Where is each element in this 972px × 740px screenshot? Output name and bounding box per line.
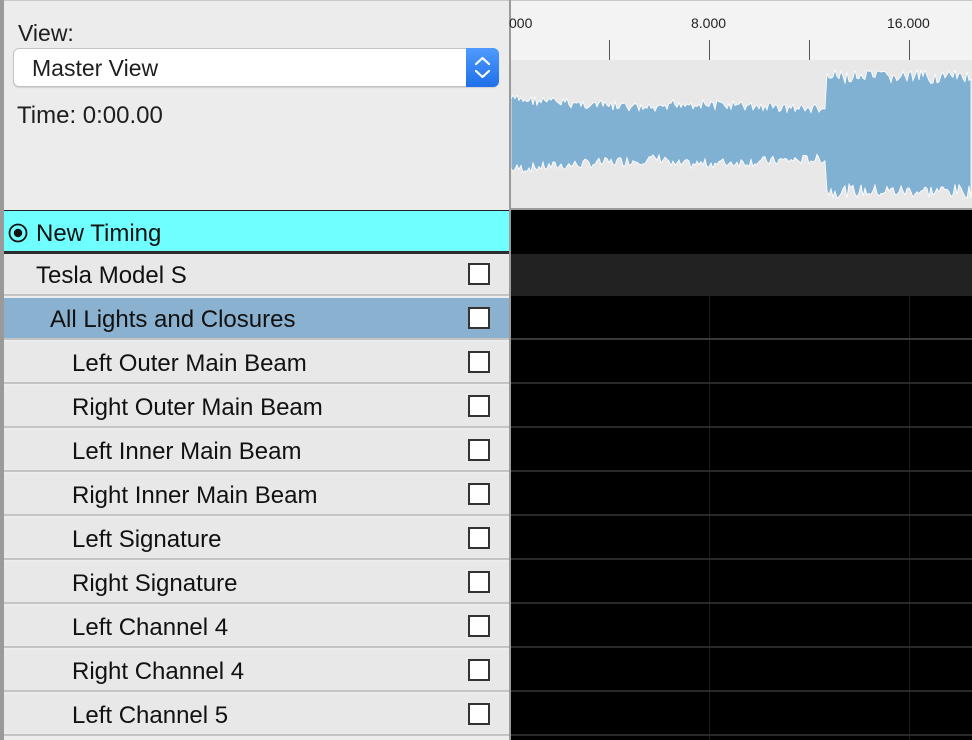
timing-label: New Timing — [36, 220, 162, 247]
channel-label: Right Signature — [72, 570, 238, 597]
channel-checkbox[interactable] — [468, 703, 490, 725]
row-channel[interactable]: Left Channel 4 — [4, 606, 509, 648]
ruler-tick-label: 000 — [509, 15, 533, 31]
grid-row-channel[interactable] — [511, 342, 972, 384]
channel-checkbox[interactable] — [468, 615, 490, 637]
grid-row-channel[interactable] — [511, 606, 972, 648]
row-channel[interactable]: Right Inner Main Beam — [4, 474, 509, 516]
channel-label: Left Inner Main Beam — [72, 438, 302, 465]
channel-label: Left Channel 4 — [72, 614, 229, 641]
select-arrows-icon[interactable] — [466, 48, 499, 87]
model-label: Tesla Model S — [36, 262, 187, 289]
channel-checkbox[interactable] — [468, 659, 490, 681]
channel-label: Right Inner Main Beam — [72, 482, 318, 509]
ruler-major-tick — [709, 40, 710, 60]
group-label: All Lights and Closures — [50, 306, 296, 333]
channel-label: Left Signature — [72, 526, 222, 553]
model-checkbox[interactable] — [468, 263, 490, 285]
view-select-value: Master View — [32, 55, 159, 81]
view-label: View: — [18, 20, 74, 46]
grid-row-channel[interactable] — [511, 430, 972, 472]
ruler-tick-label: 16.000 — [887, 15, 930, 31]
row-all-lights-and-closures[interactable]: All Lights and Closures — [4, 298, 509, 340]
row-channel[interactable]: Left Outer Main Beam — [4, 342, 509, 384]
time-ruler[interactable]: 000 8.000 16.000 — [509, 0, 972, 60]
grid-row-channel[interactable] — [511, 518, 972, 560]
row-new-timing[interactable]: New Timing — [4, 210, 509, 254]
channel-checkbox[interactable] — [468, 483, 490, 505]
time-readout: Time: 0:00.00 — [17, 102, 163, 129]
ruler-minor-tick — [609, 40, 610, 60]
waveform-graphic — [510, 68, 972, 199]
grid-row-channel[interactable] — [511, 650, 972, 692]
audio-waveform[interactable] — [510, 60, 972, 208]
channel-label: Right Channel 4 — [72, 658, 245, 685]
channel-label: Left Channel 5 — [72, 702, 229, 729]
group-checkbox[interactable] — [468, 307, 490, 329]
channel-checkbox[interactable] — [468, 395, 490, 417]
row-channel[interactable]: Left Signature — [4, 518, 509, 560]
sequencer-window: View: Master View Time: 0:00.00 000 8.00… — [0, 0, 972, 740]
ruler-tick-label: 8.000 — [691, 15, 727, 31]
effects-grid[interactable] — [511, 210, 972, 740]
grid-row-timing[interactable] — [511, 210, 972, 254]
grid-row-channel[interactable] — [511, 386, 972, 428]
channel-checkbox[interactable] — [468, 351, 490, 373]
grid-row-model[interactable] — [511, 254, 972, 296]
grid-row-channel[interactable] — [511, 474, 972, 516]
row-channel[interactable]: Left Channel 5 — [4, 694, 509, 736]
channel-checkbox[interactable] — [468, 571, 490, 593]
grid-row-channel[interactable] — [511, 694, 972, 736]
ruler-minor-tick — [809, 40, 810, 60]
channel-label: Left Outer Main Beam — [72, 350, 307, 377]
control-panel: View: Master View Time: 0:00.00 — [4, 0, 509, 211]
view-select[interactable]: Master View — [13, 48, 499, 87]
radio-target-icon[interactable] — [8, 223, 28, 243]
grid-row-group[interactable] — [511, 298, 972, 340]
channel-checkbox[interactable] — [468, 527, 490, 549]
channel-list: New Timing Tesla Model S All Lights and … — [4, 210, 509, 740]
row-tesla-model-s[interactable]: Tesla Model S — [4, 254, 509, 296]
channel-checkbox[interactable] — [468, 439, 490, 461]
row-channel[interactable]: Right Channel 4 — [4, 650, 509, 692]
row-channel[interactable]: Right Outer Main Beam — [4, 386, 509, 428]
row-channel[interactable]: Left Inner Main Beam — [4, 430, 509, 472]
grid-row-channel[interactable] — [511, 562, 972, 604]
channel-label: Right Outer Main Beam — [72, 394, 323, 421]
row-channel[interactable]: Right Signature — [4, 562, 509, 604]
ruler-major-tick — [909, 40, 910, 60]
